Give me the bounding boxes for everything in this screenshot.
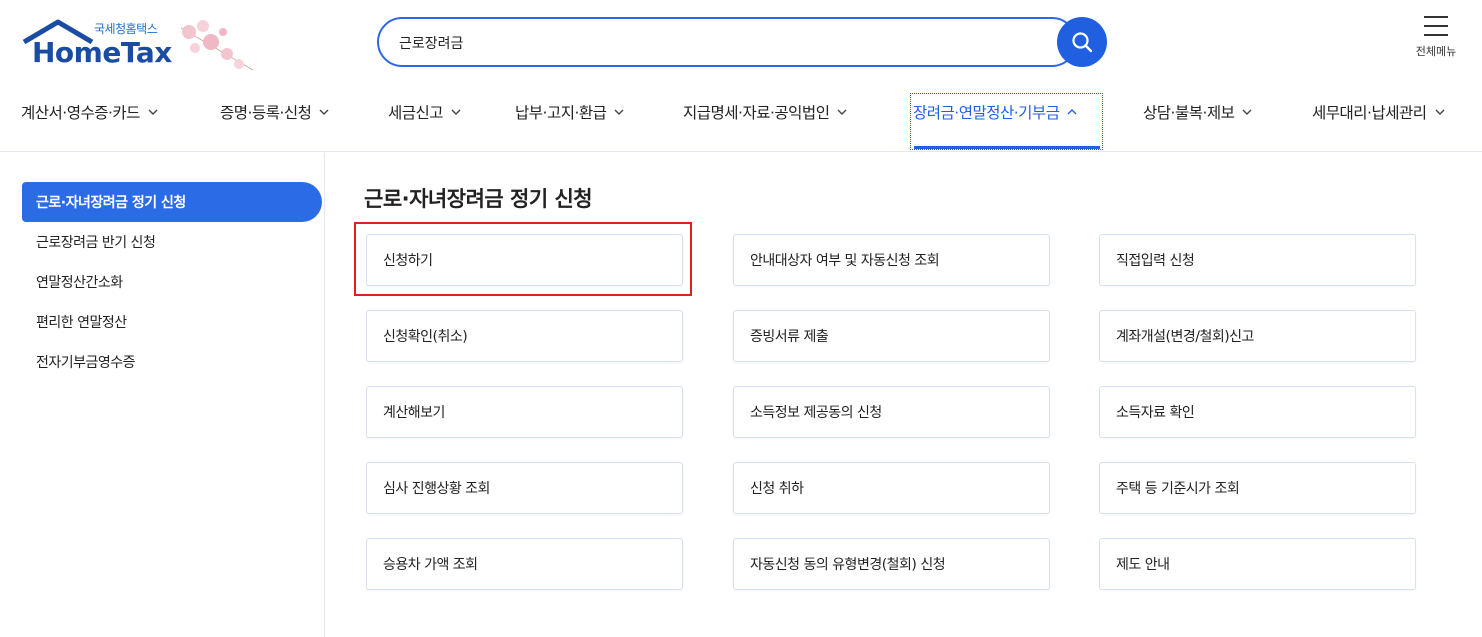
all-menu-label: 전체메뉴 [1415,45,1457,58]
gnb-item-tax-report[interactable]: 세금신고 [388,100,461,124]
sidebar-item-convenient-yearend[interactable]: 편리한 연말정산 [22,302,322,342]
card-submit-documents[interactable]: 증빙서류 제출 [733,310,1050,362]
sidebar-item-label: 근로장려금 반기 신청 [36,235,156,251]
main-navigation: 계산서·영수증·카드 증명·등록·신청 세금신고 납부·고지·환급 지급명세·자… [0,90,1482,152]
gnb-label: 납부·고지·환급 [515,104,607,122]
card-direct-input[interactable]: 직접입력 신청 [1099,234,1416,286]
card-income-consent[interactable]: 소득정보 제공동의 신청 [733,386,1050,438]
logo-title: HomeTax [32,36,172,69]
card-housing-price[interactable]: 주택 등 기준시가 조회 [1099,462,1416,514]
card-confirm-cancel[interactable]: 신청확인(취소) [366,310,683,362]
chevron-down-icon [614,109,624,115]
hometax-logo[interactable]: 국세청홈택스 HomeTax [20,16,260,76]
chevron-down-icon [451,109,461,115]
card-review-status[interactable]: 심사 진행상황 조회 [366,462,683,514]
card-label: 심사 진행상황 조회 [383,481,490,497]
card-label: 소득정보 제공동의 신청 [750,405,882,421]
gnb-label: 지급명세·자료·공익법인 [683,104,830,122]
gnb-label: 계산서·영수증·카드 [21,104,140,122]
chevron-down-icon [319,109,329,115]
sidebar-item-donation-receipt[interactable]: 전자기부금영수증 [22,342,322,382]
logo-subtitle: 국세청홈택스 [94,22,158,36]
gnb-item-consult[interactable]: 상담·불복·제보 [1143,100,1252,124]
gnb-item-invoice[interactable]: 계산서·영수증·카드 [21,100,158,124]
card-label: 계산해보기 [383,405,445,421]
page-title: 근로·자녀장려금 정기 신청 [364,187,593,211]
sidebar-item-half-year-application[interactable]: 근로장려금 반기 신청 [22,222,322,262]
gnb-item-incentive[interactable]: 장려금·연말정산·기부금 [913,100,1077,124]
card-label: 소득자료 확인 [1116,405,1195,421]
hamburger-icon [1424,16,1448,36]
gnb-active-underline [914,146,1100,149]
card-label: 신청확인(취소) [383,329,468,345]
cherry-blossom-icon [180,20,254,71]
card-label: 계좌개설(변경/철회)신고 [1116,329,1254,345]
all-menu-button[interactable]: 전체메뉴 [1406,16,1466,72]
gnb-label: 세무대리·납세관리 [1312,104,1427,122]
gnb-label: 증명·등록·신청 [220,104,312,122]
gnb-item-payment[interactable]: 납부·고지·환급 [515,100,624,124]
card-guide[interactable]: 제도 안내 [1099,538,1416,590]
chevron-down-icon [837,109,847,115]
search-input[interactable] [399,31,1039,55]
card-label: 증빙서류 제출 [750,329,829,345]
sidebar-item-label: 연말정산간소화 [36,275,123,291]
chevron-down-icon [1242,109,1252,115]
search-icon [1072,32,1093,53]
card-auto-consent-change[interactable]: 자동신청 동의 유형변경(철회) 신청 [733,538,1050,590]
card-label: 제도 안내 [1116,557,1170,573]
chevron-down-icon [1435,109,1445,115]
card-label: 직접입력 신청 [1116,253,1195,269]
card-account-report[interactable]: 계좌개설(변경/철회)신고 [1099,310,1416,362]
card-label: 안내대상자 여부 및 자동신청 조회 [750,253,940,269]
gnb-label: 세금신고 [388,104,444,122]
card-label: 신청 취하 [750,481,804,497]
highlight-box [354,222,692,296]
chevron-down-icon [148,109,158,115]
card-label: 자동신청 동의 유형변경(철회) 신청 [750,557,946,573]
card-income-check[interactable]: 소득자료 확인 [1099,386,1416,438]
sidebar-item-simplified-yearend[interactable]: 연말정산간소화 [22,262,322,302]
gnb-label: 상담·불복·제보 [1143,104,1235,122]
sidebar-item-label: 근로·자녀장려금 정기 신청 [36,195,186,211]
card-withdraw[interactable]: 신청 취하 [733,462,1050,514]
search-box[interactable] [377,17,1077,67]
card-label: 승용차 가액 조회 [383,557,478,573]
sidebar-item-regular-application[interactable]: 근로·자녀장려금 정기 신청 [22,182,322,222]
gnb-item-agent[interactable]: 세무대리·납세관리 [1312,100,1445,124]
gnb-label: 장려금·연말정산·기부금 [913,104,1060,122]
gnb-item-certificate[interactable]: 증명·등록·신청 [220,100,329,124]
card-car-value[interactable]: 승용차 가액 조회 [366,538,683,590]
search-bar [377,17,1107,67]
chevron-up-icon [1067,109,1077,115]
card-target-check[interactable]: 안내대상자 여부 및 자동신청 조회 [733,234,1050,286]
sidebar-item-label: 전자기부금영수증 [36,355,136,371]
search-button[interactable] [1057,17,1107,67]
gnb-item-statement[interactable]: 지급명세·자료·공익법인 [683,100,847,124]
card-label: 주택 등 기준시가 조회 [1116,481,1240,497]
card-calculate[interactable]: 계산해보기 [366,386,683,438]
sidebar-item-label: 편리한 연말정산 [36,315,127,331]
